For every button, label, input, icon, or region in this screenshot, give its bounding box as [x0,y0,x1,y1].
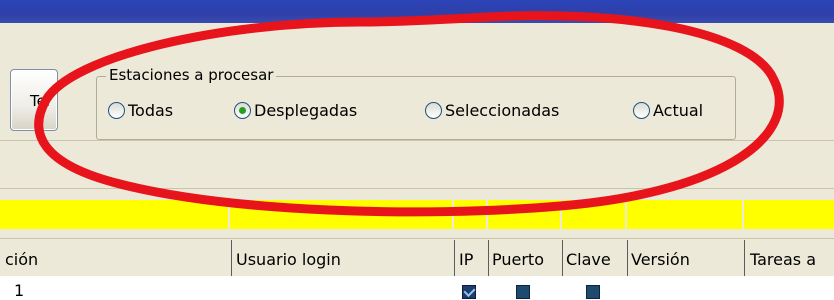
column-header[interactable]: ción [5,250,38,269]
tel-button-label: Tel [30,92,51,110]
filter-divider [742,200,744,229]
filter-divider [228,200,230,229]
application-window: Tel Estaciones a procesar Todas Desplega… [0,0,834,300]
radio-circle-icon [633,102,650,119]
column-header[interactable]: IP [459,250,473,269]
radio-label-seleccionadas: Seleccionadas [445,101,560,120]
filter-divider [452,200,454,229]
table-header [0,238,834,274]
column-divider[interactable] [627,240,628,276]
column-header[interactable]: Puerto [492,250,544,269]
filter-divider [625,200,627,229]
column-header[interactable]: Versión [631,250,690,269]
column-header[interactable]: Clave [566,250,611,269]
column-divider[interactable] [744,240,745,276]
column-divider[interactable] [454,240,455,276]
column-header[interactable]: Usuario login [236,250,341,269]
checkbox-icon[interactable] [516,285,530,299]
column-divider[interactable] [562,240,563,276]
table-row[interactable] [0,276,834,300]
radio-circle-icon [108,102,125,119]
groupbox-legend: Estaciones a procesar [106,66,277,84]
radio-label-todas: Todas [128,101,174,120]
radio-label-desplegadas: Desplegadas [254,101,358,120]
radio-desplegadas[interactable]: Desplegadas [234,101,357,120]
table-cell: 1 [14,281,25,300]
toolbar-divider [0,188,834,189]
radio-label-actual: Actual [653,101,704,120]
radio-circle-icon [425,102,442,119]
filter-row[interactable] [0,200,834,229]
radio-actual[interactable]: Actual [633,101,703,120]
toolbar-divider [0,140,834,141]
column-divider[interactable] [231,240,232,276]
radio-selected-icon [234,102,251,119]
checkbox-checked-icon[interactable] [462,285,476,299]
column-divider[interactable] [488,240,489,276]
checkbox-icon[interactable] [586,285,600,299]
radio-seleccionadas[interactable]: Seleccionadas [425,101,559,120]
filter-divider [486,200,488,229]
filter-divider [560,200,562,229]
title-bar [0,0,834,23]
radio-todas[interactable]: Todas [108,101,173,120]
column-header[interactable]: Tareas a [750,250,816,269]
